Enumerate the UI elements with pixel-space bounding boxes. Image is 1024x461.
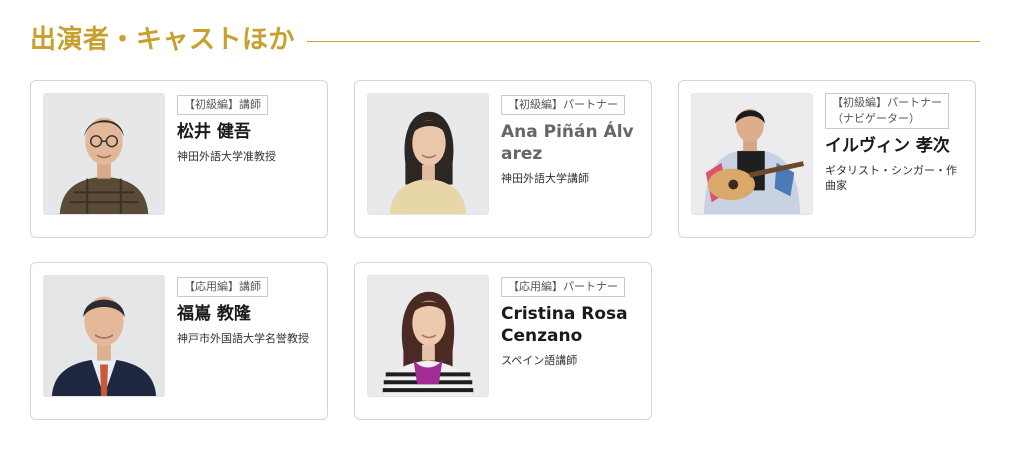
cast-section: 出演者・キャストほか 【初級編】講師 松井 健吾 神田外語大学准教授 【初級編】…: [0, 0, 1024, 461]
cast-photo: [43, 275, 165, 397]
portrait-woman-dark-hair-icon: [368, 94, 488, 214]
cast-name: Cristina Rosa Cenzano: [501, 304, 628, 346]
cast-photo: [367, 275, 489, 397]
title-divider: [307, 40, 980, 42]
portrait-man-glasses-icon: [44, 94, 164, 214]
course-tag: 【応用編】講師: [177, 277, 268, 297]
cast-role: 神田外語大学准教授: [177, 150, 276, 163]
cast-name: 松井 健吾: [177, 122, 251, 142]
portrait-woman-scarf-icon: [368, 276, 488, 396]
cast-card-cenzano[interactable]: 【応用編】パートナー Cristina Rosa Cenzano スペイン語講師: [354, 262, 652, 420]
cast-card-irvin[interactable]: 【初級編】パートナー（ナビゲーター） イルヴィン 孝次 ギタリスト・シンガー・作…: [678, 80, 976, 238]
cast-name: Ana Piñán Álvarez: [501, 122, 634, 164]
cast-photo: [691, 93, 813, 215]
cast-role: 神田外語大学講師: [501, 172, 589, 185]
course-tag: 【応用編】パートナー: [501, 277, 625, 297]
cast-name: イルヴィン 孝次: [825, 136, 950, 156]
cast-name: 福嶌 教隆: [177, 304, 251, 324]
cast-photo: [43, 93, 165, 215]
cast-photo: [367, 93, 489, 215]
cast-card-fukushima[interactable]: 【応用編】講師 福嶌 教隆 神戸市外国語大学名誉教授: [30, 262, 328, 420]
portrait-man-suit-icon: [44, 276, 164, 396]
cast-role: 神戸市外国語大学名誉教授: [177, 332, 309, 345]
cast-role: スペイン語講師: [501, 354, 578, 367]
cast-card-matsui[interactable]: 【初級編】講師 松井 健吾 神田外語大学准教授: [30, 80, 328, 238]
portrait-man-guitar-icon: [692, 94, 812, 214]
section-header: 出演者・キャストほか: [30, 24, 980, 56]
course-tag: 【初級編】パートナー（ナビゲーター）: [825, 93, 949, 129]
cast-card-pinan[interactable]: 【初級編】パートナー Ana Piñán Álvarez 神田外語大学講師: [354, 80, 652, 238]
section-title: 出演者・キャストほか: [30, 25, 296, 55]
cast-role: ギタリスト・シンガー・作曲家: [825, 164, 957, 192]
course-tag: 【初級編】講師: [177, 95, 268, 115]
course-tag: 【初級編】パートナー: [501, 95, 625, 115]
